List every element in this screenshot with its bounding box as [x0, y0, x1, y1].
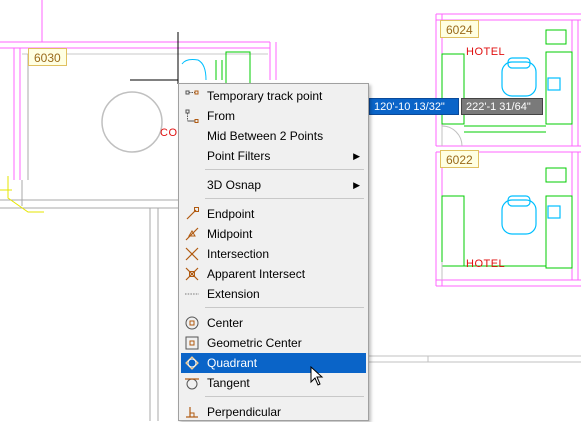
coordinate-y-input[interactable]: 222'-1 31/64" — [461, 98, 543, 115]
menu-item-label: Intersection — [207, 247, 270, 261]
menu-item-label: From — [207, 109, 235, 123]
desk-partial — [215, 51, 251, 85]
menu-item-label: Extension — [207, 287, 260, 301]
menu-item-label: Temporary track point — [207, 89, 323, 103]
menu-item-midpoint[interactable]: Midpoint — [181, 224, 366, 244]
room-number-tag: 6030 — [28, 48, 67, 66]
menu-separator — [205, 169, 364, 170]
menu-item-tangent[interactable]: Tangent — [181, 373, 366, 393]
menu-item-mid-between-2-points[interactable]: Mid Between 2 Points — [181, 126, 366, 146]
menu-item-label: Midpoint — [207, 227, 253, 241]
round-table — [101, 91, 163, 153]
quadrant-icon — [185, 356, 199, 370]
midpoint-icon — [185, 227, 199, 241]
tangent-icon — [185, 378, 199, 390]
room-number-tag: 6022 — [440, 150, 479, 168]
menu-item-extension[interactable]: Extension — [181, 284, 366, 304]
endpoint-icon — [186, 207, 199, 220]
menu-item-perpendicular[interactable]: Perpendicular — [181, 402, 366, 422]
geometric-center-icon — [185, 336, 199, 350]
crosshair — [130, 32, 179, 84]
coordinate-x-input[interactable]: 120'-10 13/32" — [369, 98, 459, 115]
menu-item-label: Mid Between 2 Points — [207, 129, 324, 143]
from-icon — [185, 109, 199, 123]
menu-item-point-filters[interactable]: Point Filters ▶ — [181, 146, 366, 166]
menu-item-endpoint[interactable]: Endpoint — [181, 204, 366, 224]
menu-item-label: Quadrant — [207, 356, 258, 370]
room-number-tag: 6024 — [440, 20, 479, 38]
menu-item-temporary-track-point[interactable]: Temporary track point — [181, 86, 366, 106]
intersection-icon — [185, 247, 199, 261]
submenu-arrow-icon: ▶ — [353, 151, 360, 161]
menu-item-label: Geometric Center — [207, 336, 302, 350]
center-icon — [185, 316, 199, 330]
room-label: CO — [160, 127, 178, 139]
bottom-walls — [368, 355, 581, 363]
apparent-intersect-icon — [185, 267, 199, 281]
menu-separator — [205, 307, 364, 308]
perpendicular-icon — [186, 407, 198, 418]
temporary-track-icon — [185, 90, 199, 95]
extension-icon — [185, 293, 199, 295]
menu-item-label: Apparent Intersect — [207, 267, 306, 281]
menu-item-quadrant[interactable]: Quadrant — [181, 353, 366, 373]
menu-item-apparent-intersect[interactable]: Apparent Intersect — [181, 264, 366, 284]
room-label: HOTEL — [466, 46, 506, 58]
menu-separator — [205, 396, 364, 397]
menu-item-label: Endpoint — [207, 207, 255, 221]
chair-partial — [181, 59, 207, 81]
menu-item-geometric-center[interactable]: Geometric Center — [181, 333, 366, 353]
menu-separator — [205, 198, 364, 199]
menu-item-label: Tangent — [207, 376, 250, 390]
submenu-arrow-icon: ▶ — [353, 180, 360, 190]
mouse-pointer-icon — [310, 366, 324, 386]
menu-item-label: Perpendicular — [207, 405, 282, 419]
menu-item-intersection[interactable]: Intersection — [181, 244, 366, 264]
menu-item-3d-osnap[interactable]: 3D Osnap ▶ — [181, 175, 366, 195]
object-snap-menu: Temporary track point From Mid Between 2… — [178, 83, 369, 421]
menu-item-label: Center — [207, 316, 244, 330]
menu-item-label: 3D Osnap — [207, 178, 262, 192]
menu-item-label: Point Filters — [207, 149, 271, 163]
menu-item-center[interactable]: Center — [181, 313, 366, 333]
corridor-walls — [0, 54, 178, 421]
menu-item-from[interactable]: From — [181, 106, 366, 126]
room-label: HOTEL — [466, 258, 506, 270]
